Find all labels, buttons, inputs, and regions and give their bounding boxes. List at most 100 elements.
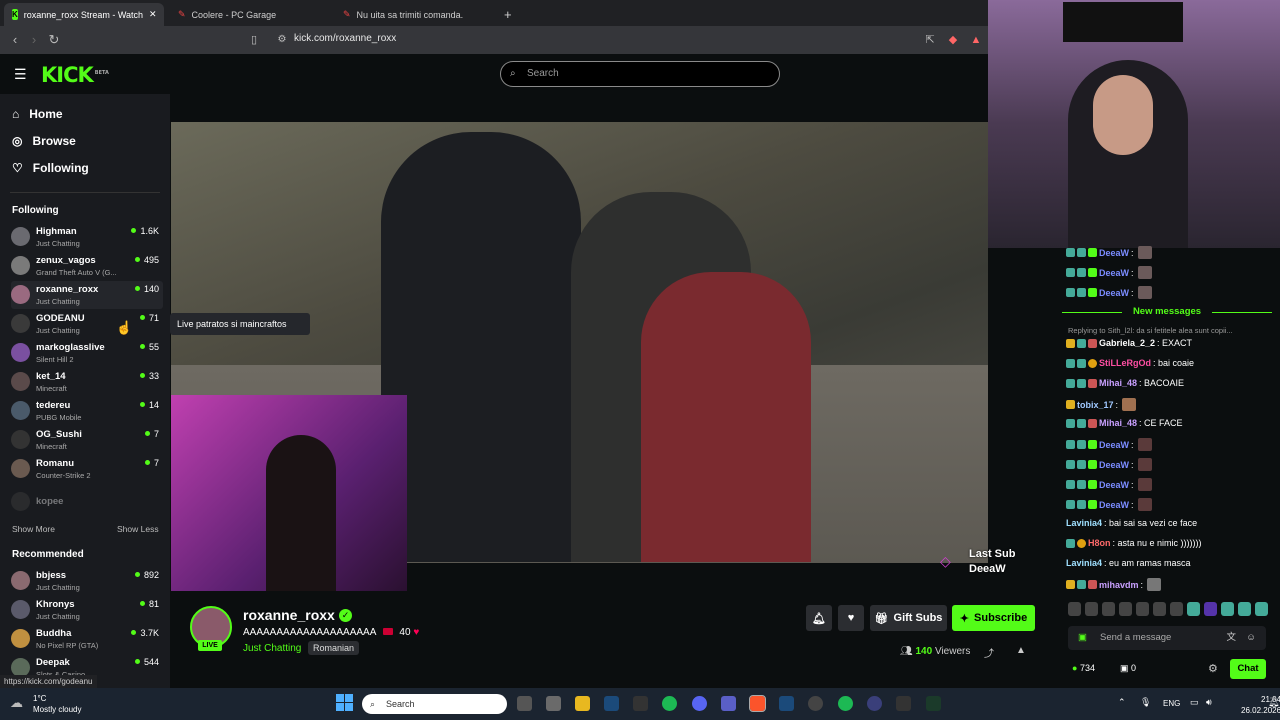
show-less-link[interactable]: Show Less <box>117 524 159 534</box>
browser-tab[interactable]: ✎ Nu uita sa trimiti comanda. <box>335 3 500 26</box>
show-more-link[interactable]: Show More <box>12 524 55 534</box>
browser-nav-bar: ‹ › ↻ ▯ ⚙ kick.com/roxanne_roxx ⇱ ◆ ▲ <box>0 26 988 54</box>
diamond-icon: ◇ <box>940 553 951 569</box>
chat-settings-gear-icon[interactable]: ⚙ <box>1208 662 1218 675</box>
channel-ket-14[interactable]: ket_14 Minecraft 33 <box>11 368 163 396</box>
store-icon[interactable] <box>546 696 561 711</box>
file-explorer-icon[interactable] <box>575 696 590 711</box>
emote-icon[interactable] <box>1102 602 1115 616</box>
steam-icon[interactable] <box>604 696 619 711</box>
channel-roxanne-roxx[interactable]: roxanne_roxx Just Chatting 140 <box>11 281 163 309</box>
new-tab-button[interactable]: + <box>496 3 516 26</box>
emote-icon[interactable] <box>1068 602 1081 616</box>
gift-count[interactable]: ▣ 0 <box>1120 663 1136 674</box>
brave-shield-icon[interactable]: ◆ <box>945 32 961 48</box>
network-icon[interactable]: ▭ <box>1190 697 1199 708</box>
teams-icon[interactable] <box>721 696 736 711</box>
new-messages-divider[interactable]: New messages <box>1062 306 1272 318</box>
task-view-icon[interactable] <box>517 696 532 711</box>
channel-bbjess[interactable]: bbjess Just Chatting 892 <box>11 567 163 595</box>
windows-start-icon[interactable] <box>336 694 354 712</box>
kick-logo[interactable]: KICK BETA <box>41 63 109 87</box>
rewards-icon[interactable]: ▲ <box>968 32 984 48</box>
emote-icon[interactable] <box>1136 602 1149 616</box>
taskbar-search[interactable]: ⌕ Search <box>362 694 507 714</box>
channel-godeanu[interactable]: GODEANU Just Chatting 71 <box>11 310 163 338</box>
channel-points[interactable]: ● 734 <box>1072 663 1095 673</box>
emote-icon[interactable] <box>1204 602 1217 616</box>
bookmark-icon[interactable]: ▯ <box>246 32 262 48</box>
kick-app-icon[interactable] <box>926 696 941 711</box>
channel-og-sushi[interactable]: OG_Sushi Minecraft 7 <box>11 426 163 454</box>
spotify-icon[interactable] <box>838 696 853 711</box>
channel-highman[interactable]: Highman Just Chatting 1.6K <box>11 223 163 251</box>
share-icon[interactable]: ⤴ <box>984 645 994 660</box>
channel-markoglasslive[interactable]: markoglasslive Silent Hill 2 55 <box>11 339 163 367</box>
search-input[interactable]: ⌕ Search <box>500 61 780 87</box>
streamer-name[interactable]: roxanne_roxx <box>243 607 335 623</box>
avatar <box>11 343 30 362</box>
chat-send-button[interactable]: Chat <box>1230 659 1266 679</box>
language-tag[interactable]: Romanian <box>308 641 360 655</box>
chat-message: Gabriela_2_2: EXACT <box>1066 338 1192 348</box>
site-info-icon[interactable]: ⚙ <box>274 32 290 48</box>
channel-kopee-offline[interactable]: kopee <box>11 492 163 520</box>
emote-icon[interactable] <box>1187 602 1200 616</box>
chat-message: DeeaW: <box>1066 286 1152 299</box>
translate-icon[interactable]: 文 <box>1226 626 1236 650</box>
channel-tedereu[interactable]: tedereu PUBG Mobile 14 <box>11 397 163 425</box>
emote-icon[interactable] <box>1255 602 1268 616</box>
stream-category[interactable]: Just Chatting <box>243 643 301 654</box>
emote-icon <box>382 628 393 635</box>
menu-icon[interactable]: ☰ <box>14 66 27 83</box>
follow-heart-button[interactable]: ♥ <box>838 605 864 631</box>
channel-zenux-vagos[interactable]: zenux_vagos Grand Theft Auto V (G... 495 <box>11 252 163 280</box>
notification-bell-icon[interactable]: 🔔︎ <box>1268 697 1279 708</box>
brave-browser-icon[interactable] <box>749 695 766 712</box>
back-arrow-icon[interactable]: ‹ <box>7 32 23 48</box>
epic-games-icon[interactable] <box>633 696 648 711</box>
avatar <box>11 430 30 449</box>
share-icon[interactable]: ⇱ <box>922 32 938 48</box>
sidebar-item-home[interactable]: ⌂ Home <box>12 107 63 121</box>
emote-icon[interactable] <box>1153 602 1166 616</box>
sidebar-item-following[interactable]: ♡ Following <box>12 161 89 175</box>
obs-icon[interactable] <box>867 696 882 711</box>
channel-romanu[interactable]: Romanu Counter-Strike 27 <box>11 455 163 483</box>
discord-icon[interactable] <box>692 696 707 711</box>
emote-icon <box>1137 286 1152 299</box>
browser-tab[interactable]: ✎ Coolere - PC Garage <box>170 3 335 26</box>
emote-icon[interactable] <box>1170 602 1183 616</box>
emoji-icon[interactable]: ☺ <box>1246 626 1256 650</box>
volume-icon[interactable]: 🔊︎ <box>1206 697 1212 708</box>
epic-games-icon[interactable] <box>896 696 911 711</box>
emote-icon[interactable] <box>1085 602 1098 616</box>
divider <box>10 192 160 193</box>
reload-icon[interactable]: ↻ <box>46 32 62 48</box>
emote-icon[interactable] <box>1221 602 1234 616</box>
badge-icon <box>1066 248 1075 257</box>
channel-khronys[interactable]: Khronys Just Chatting 81 <box>11 596 163 624</box>
address-bar[interactable]: kick.com/roxanne_roxx <box>294 33 396 44</box>
forward-arrow-icon[interactable]: › <box>26 32 42 48</box>
spotify-icon[interactable] <box>662 696 677 711</box>
report-icon[interactable]: ▲ <box>1016 645 1026 656</box>
browser-tab-active[interactable]: K roxanne_roxx Stream - Watch ✕ <box>4 3 164 26</box>
gift-subs-button[interactable]: 🎁︎ Gift Subs <box>870 605 947 631</box>
steam-icon[interactable] <box>779 696 794 711</box>
app-icon[interactable] <box>808 696 823 711</box>
sidebar-item-browse[interactable]: ◎ Browse <box>12 134 76 148</box>
channel-buddha[interactable]: Buddha No Pixel RP (GTA) 3.7K <box>11 625 163 653</box>
emote-icon[interactable] <box>1119 602 1132 616</box>
emote-quick-bar <box>1068 602 1268 618</box>
subscribe-button[interactable]: ✦ Subscribe <box>952 605 1035 631</box>
weather-widget[interactable]: 1°C Mostly cloudy <box>33 693 81 715</box>
language-indicator[interactable]: ENG <box>1163 699 1180 708</box>
tab-close-icon[interactable]: ✕ <box>149 9 157 20</box>
chat-message-input[interactable]: ▣ Send a message 文 ☺ <box>1068 626 1266 650</box>
emote-icon[interactable] <box>1238 602 1251 616</box>
tray-chevron-icon[interactable]: ⌃ <box>1118 697 1126 708</box>
microphone-icon[interactable]: 🎙︎ <box>1140 697 1151 708</box>
bell-icon: 🔔︎ <box>812 612 826 625</box>
notification-bell-button[interactable]: 🔔︎ <box>806 605 832 631</box>
